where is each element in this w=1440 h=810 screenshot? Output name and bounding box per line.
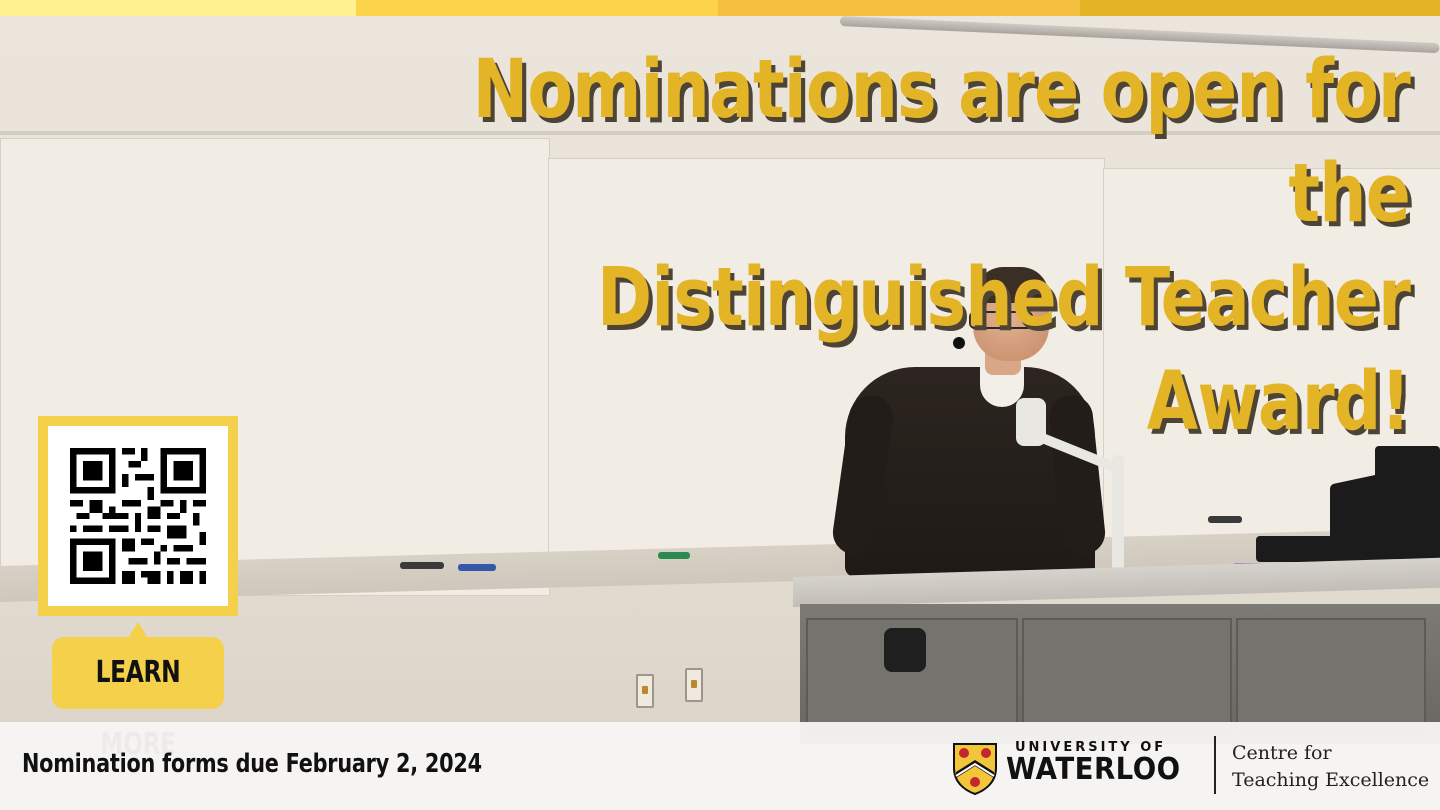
centre-name-line-1: Centre for (1232, 742, 1332, 764)
top-accent-bar (0, 0, 1440, 16)
monitor (1375, 446, 1440, 568)
qr-code-frame[interactable] (38, 416, 238, 616)
wall-outlet (636, 674, 654, 708)
podium-speaker (884, 628, 926, 672)
headline-line-2: Distinguished Teacher Award! (597, 251, 1411, 449)
waterloo-wordmark: WATERLOO (1006, 752, 1181, 787)
wall-outlet (685, 668, 703, 702)
podium-panel (1022, 618, 1232, 732)
due-date-text: Nomination forms due February 2, 2024 (22, 749, 482, 779)
qr-code[interactable] (48, 426, 228, 606)
centre-name: Centre for Teaching Excellence (1232, 740, 1429, 794)
button-pointer (128, 622, 148, 638)
document-camera-arm (1112, 455, 1124, 585)
university-crest-icon (953, 743, 997, 796)
headline-line-1: Nominations are open for the (472, 43, 1411, 241)
topbar-segment (0, 0, 356, 16)
podium-panel (1236, 618, 1426, 732)
eraser (1208, 516, 1242, 523)
tablet (1256, 536, 1342, 562)
centre-name-line-2: Teaching Excellence (1232, 769, 1430, 791)
topbar-segment (1080, 0, 1440, 16)
qr-code-icon (70, 448, 206, 584)
topbar-segment (718, 0, 1080, 16)
headline: Nominations are open for the Distinguish… (426, 38, 1411, 454)
logo-divider (1214, 736, 1216, 794)
marker (658, 552, 690, 559)
marker (458, 564, 496, 571)
topbar-segment (356, 0, 718, 16)
eraser (400, 562, 444, 569)
learn-more-button[interactable]: LEARN MORE (52, 637, 224, 762)
